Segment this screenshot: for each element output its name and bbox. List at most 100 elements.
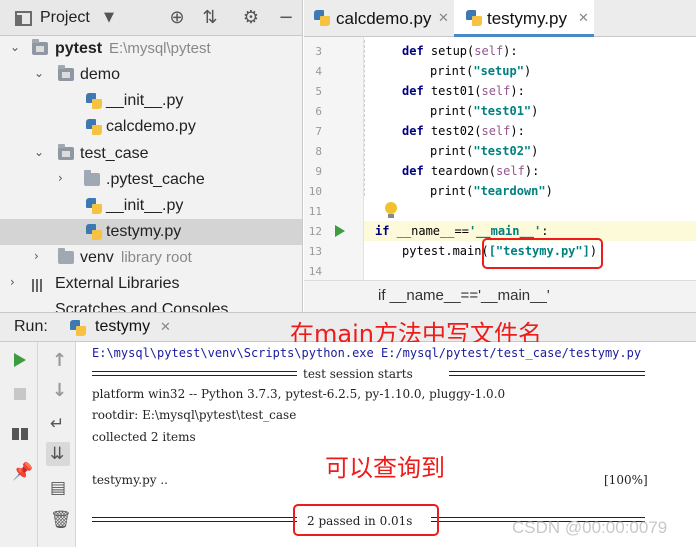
- editor-tab-bar: calcdemo.py ✕ testymy.py ✕: [304, 0, 696, 37]
- scroll-down-button[interactable]: ↓: [46, 378, 70, 402]
- tree-item-pytest-cache[interactable]: › .pytest_cache: [0, 167, 302, 193]
- tree-item-demo[interactable]: ⌄ demo: [0, 62, 302, 88]
- code-line-8: print("test02"): [304, 141, 696, 161]
- run-toolbar-primary: 📌: [0, 342, 38, 547]
- trash-icon: 🗑: [50, 510, 72, 530]
- scroll-to-end-button[interactable]: ⇊: [46, 442, 70, 466]
- code-text: print(: [430, 104, 474, 118]
- tree-item-label: __init__.py: [106, 197, 184, 214]
- annotation-highlight-box: [482, 238, 603, 269]
- code-line-5: def test01(self):: [304, 81, 696, 101]
- annotation-highlight-box: [293, 504, 439, 536]
- chevron-down-icon[interactable]: ⌄: [34, 66, 44, 80]
- code-string: "teardown": [473, 184, 546, 198]
- tree-item-scratches[interactable]: Scratches and Consoles: [0, 297, 302, 312]
- line-number: 14: [308, 265, 322, 278]
- locate-target-icon[interactable]: ⊕: [165, 6, 189, 30]
- code-text: print(: [430, 144, 474, 158]
- python-file-icon: [86, 224, 102, 240]
- code-text: ):: [503, 44, 518, 58]
- lightbulb-icon[interactable]: [384, 202, 398, 220]
- code-string: "test01": [473, 104, 532, 118]
- chevron-down-icon[interactable]: ▼: [104, 10, 114, 25]
- hide-panel-icon[interactable]: −: [274, 6, 298, 30]
- tree-item-venv[interactable]: › venv library root: [0, 245, 302, 271]
- code-text: print(: [430, 184, 474, 198]
- code-text: :: [541, 224, 549, 238]
- console-rootdir: rootdir: E:\mysql\pytest\test_case: [92, 408, 297, 422]
- separator-rule: [92, 371, 297, 376]
- code-text: ): [545, 184, 553, 198]
- console-platform: platform win32 -- Python 3.7.3, pytest-6…: [92, 387, 506, 401]
- print-button[interactable]: ▤: [46, 476, 70, 500]
- run-panel-header: Run: testymy ✕ 在main方法中写文件名: [0, 312, 696, 348]
- chevron-right-icon[interactable]: ›: [58, 171, 63, 185]
- project-panel-header: Project ▼ ⊕ ⇅ ⚙ −: [0, 0, 302, 36]
- project-panel-title[interactable]: Project: [40, 9, 90, 27]
- libraries-icon: [32, 278, 48, 292]
- print-icon: ▤: [50, 478, 67, 498]
- chevron-down-icon[interactable]: ⌄: [10, 40, 20, 54]
- code-line-6: print("test01"): [304, 101, 696, 121]
- tree-item-calcdemo[interactable]: calcdemo.py: [0, 114, 302, 140]
- restore-layout-button[interactable]: [8, 422, 32, 446]
- close-icon[interactable]: ✕: [160, 320, 171, 335]
- tree-item-external-libraries[interactable]: › External Libraries: [0, 271, 302, 297]
- close-icon[interactable]: ✕: [578, 11, 589, 26]
- tab-label: calcdemo.py: [336, 9, 432, 28]
- chevron-right-icon[interactable]: ›: [34, 249, 39, 263]
- tab-calcdemo[interactable]: calcdemo.py ✕: [304, 0, 453, 37]
- breadcrumb-item[interactable]: if __name__=='__main__': [378, 287, 550, 304]
- code-self: self: [481, 124, 511, 138]
- stop-button[interactable]: [8, 382, 32, 406]
- collapse-all-icon[interactable]: ⇅: [198, 6, 222, 30]
- code-keyword: if: [375, 224, 390, 238]
- editor-panel: calcdemo.py ✕ testymy.py ✕ 3 4 5 6 7 8 9…: [304, 0, 696, 312]
- chevron-down-icon[interactable]: ⌄: [34, 145, 44, 159]
- code-area[interactable]: 3 4 5 6 7 8 9 10 11 12 13 14 def setup(s…: [304, 37, 696, 280]
- pin-icon: 📌: [12, 462, 34, 482]
- play-icon: [14, 353, 26, 367]
- code-text: ): [523, 64, 532, 78]
- tree-item-label: .pytest_cache: [106, 171, 205, 188]
- clear-all-button[interactable]: 🗑: [46, 508, 72, 532]
- run-panel-title: Run:: [14, 318, 48, 335]
- run-toolbar-secondary: ↑ ↓ ↵ ⇊ ▤ 🗑: [38, 342, 76, 547]
- python-file-icon: [314, 10, 330, 26]
- rerun-button[interactable]: [8, 348, 32, 372]
- code-string: "test02": [473, 144, 532, 158]
- soft-wrap-icon: ↵: [50, 414, 65, 434]
- tab-label: testymy.py: [487, 9, 567, 28]
- code-text: ):: [524, 164, 540, 178]
- scroll-up-button[interactable]: ↑: [46, 348, 70, 372]
- chevron-right-icon[interactable]: ›: [10, 275, 15, 289]
- code-self: self: [474, 44, 504, 58]
- code-text: test01(: [423, 84, 482, 98]
- tree-item-label: calcdemo.py: [106, 118, 196, 135]
- line-number: 11: [308, 205, 322, 218]
- code-text: ):: [510, 84, 525, 98]
- tree-item-test-case[interactable]: ⌄ test_case: [0, 141, 302, 167]
- python-file-icon: [86, 93, 102, 109]
- pin-tab-button[interactable]: 📌: [8, 460, 34, 484]
- tree-item-init-testcase[interactable]: __init__.py: [0, 193, 302, 219]
- gear-icon[interactable]: ⚙: [239, 6, 263, 30]
- tree-item-label: test_case: [80, 145, 149, 162]
- tree-item-init-demo[interactable]: __init__.py: [0, 88, 302, 114]
- annotation-text: 可以查询到: [325, 454, 445, 482]
- tree-item-path: library root: [121, 249, 192, 266]
- code-keyword: def: [402, 164, 424, 178]
- stop-icon: [14, 388, 26, 400]
- tab-testymy[interactable]: testymy.py ✕: [454, 0, 594, 37]
- run-tab-testymy[interactable]: testymy: [95, 318, 150, 336]
- python-file-icon: [86, 119, 102, 135]
- tree-item-pytest[interactable]: ⌄ pytest E:\mysql\pytest: [0, 36, 302, 62]
- code-keyword: def: [402, 44, 424, 58]
- package-folder-icon: [58, 65, 74, 81]
- code-text: pytest.main(: [402, 244, 489, 258]
- close-icon[interactable]: ✕: [438, 11, 449, 26]
- tree-item-label: demo: [80, 66, 121, 83]
- console-output[interactable]: E:\mysql\pytest\venv\Scripts\python.exe …: [77, 342, 696, 547]
- tree-item-testymy[interactable]: testymy.py: [0, 219, 302, 245]
- soft-wrap-button[interactable]: ↵: [46, 412, 70, 436]
